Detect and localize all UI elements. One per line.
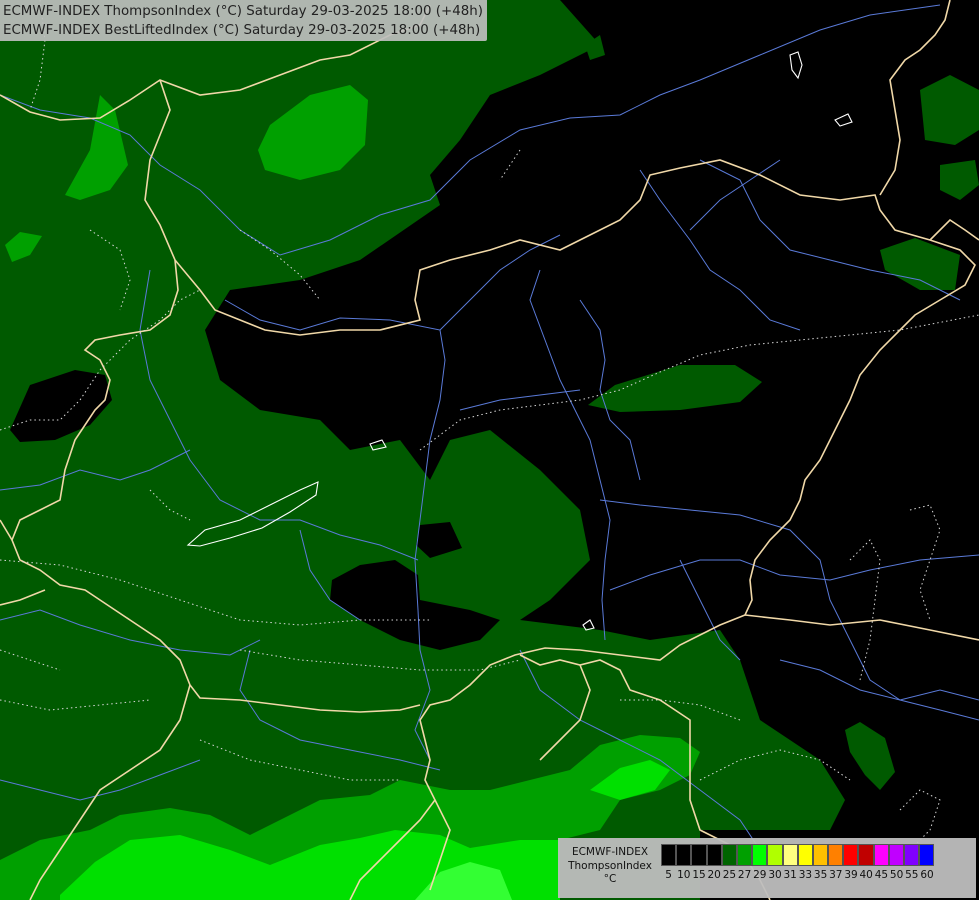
legend-swatch [706,844,722,866]
legend-tick-label: 60 [920,869,934,881]
legend-swatch [661,844,677,866]
legend-swatch [752,844,768,866]
map-title-best-lifted-index: ECMWF-INDEX BestLiftedIndex (°C) Saturda… [3,23,481,38]
legend-swatch [919,844,935,866]
map-title-block: ECMWF-INDEX ThompsonIndex (°C) Saturday … [0,0,487,41]
legend-swatches [661,844,935,866]
legend-swatch [691,844,707,866]
legend-swatch [767,844,783,866]
color-legend: ECMWF-INDEX ThompsonIndex °C 5 10 15 20 25 27… [558,838,976,898]
legend-swatch [858,844,874,866]
legend-swatch [888,844,904,866]
legend-swatch [736,844,753,866]
legend-swatch [782,844,798,866]
map-title-thompson-index: ECMWF-INDEX ThompsonIndex (°C) Saturday … [3,4,483,19]
legend-unit: °C [603,873,617,885]
legend-parameter: ThompsonIndex [568,859,652,872]
legend-swatch [904,844,920,866]
legend-swatch [797,844,813,866]
legend-swatch [828,844,844,866]
weather-map [0,0,979,900]
legend-swatch [721,844,737,866]
legend-swatch [873,844,889,866]
legend-label: ECMWF-INDEX ThompsonIndex °C [562,846,658,887]
legend-swatch [676,844,692,866]
legend-swatch [843,844,859,866]
legend-model: ECMWF-INDEX [571,846,649,858]
legend-swatch [812,844,829,866]
